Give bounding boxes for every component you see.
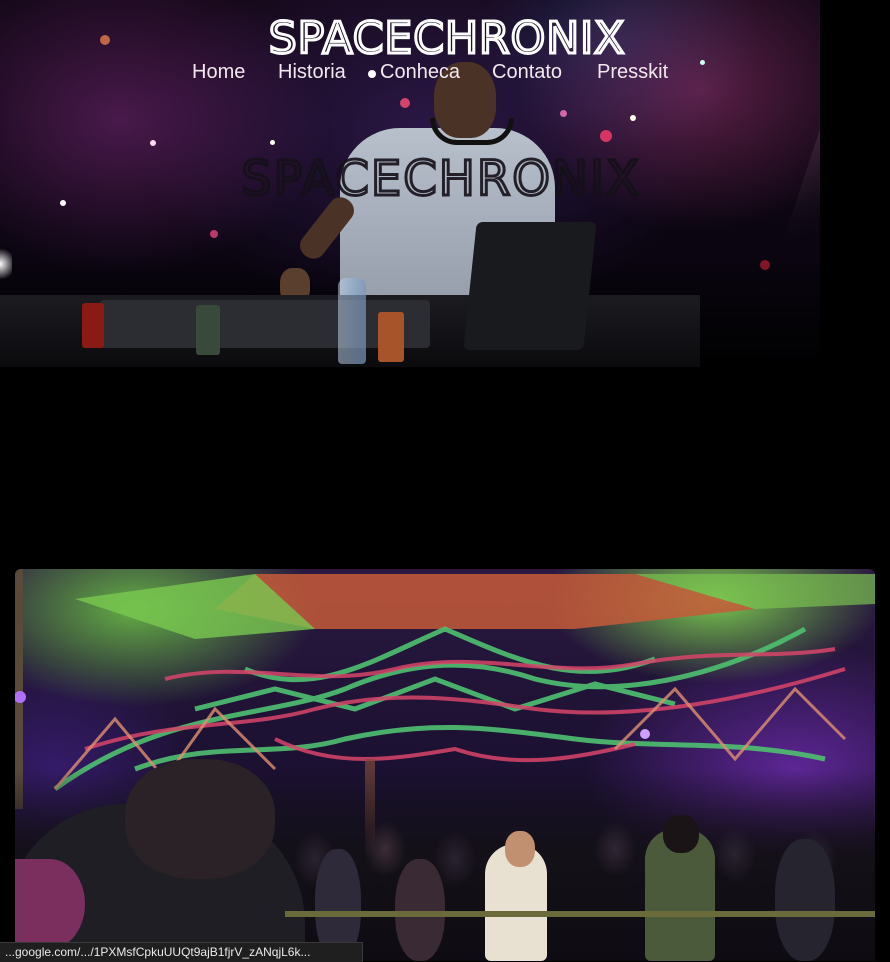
nav-item-historia[interactable]: Historia <box>278 61 346 84</box>
water-bottle <box>338 278 366 364</box>
site-logo[interactable]: SPACECHRONIX <box>260 10 635 61</box>
party-photo <box>15 569 875 961</box>
bokeh-light <box>270 140 275 145</box>
stage-rail <box>285 911 875 917</box>
site-logo-text: SPACECHRONIX <box>269 13 626 60</box>
stage-light <box>0 245 12 283</box>
link-status-bar: ...google.com/.../1PXMsfCpkuUUQt9ajB1fjr… <box>0 942 364 962</box>
bokeh-light <box>60 200 66 206</box>
dj-tattoo <box>15 859 85 949</box>
crowd-person <box>775 839 835 961</box>
bokeh-light <box>100 35 110 45</box>
drink-can <box>196 305 220 355</box>
drink-can <box>378 312 404 362</box>
hero-edge <box>820 0 890 367</box>
crowd-person <box>395 859 445 961</box>
main-nav: Home Historia Conheca Contato Presskit <box>0 61 890 91</box>
hero-logo-overlay: SPACECHRONIX <box>240 150 641 204</box>
nav-item-contato[interactable]: Contato <box>492 61 562 84</box>
nav-item-presskit[interactable]: Presskit <box>597 61 668 84</box>
bokeh-light <box>210 230 218 238</box>
bokeh-light <box>400 98 410 108</box>
hero-logo-overlay-text: SPACECHRONIX <box>241 151 641 204</box>
stage-monitor <box>463 222 597 350</box>
bokeh-light <box>630 115 636 121</box>
foreground-dj-head <box>125 759 275 879</box>
nav-item-conheca[interactable]: Conheca <box>380 61 460 84</box>
bokeh-light <box>600 130 612 142</box>
crowd-person-head <box>663 815 699 853</box>
bokeh-light <box>150 140 156 146</box>
crowd-person-head <box>505 831 535 867</box>
drink-can <box>82 303 104 348</box>
bokeh-light <box>560 110 567 117</box>
nav-item-home[interactable]: Home <box>192 61 245 84</box>
bokeh-light <box>760 260 770 270</box>
